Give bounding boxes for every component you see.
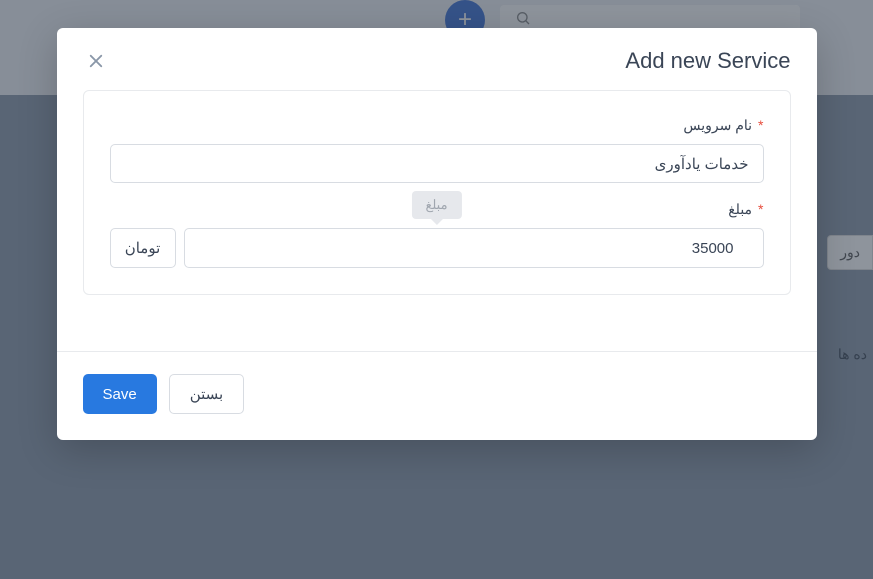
cancel-button[interactable]: بستن (169, 374, 245, 414)
price-row: تومان (110, 228, 764, 268)
modal-body: نام سرویس * مبلغ مبلغ * تومان (57, 90, 817, 321)
service-name-input[interactable] (110, 144, 764, 183)
price-tooltip: مبلغ (411, 191, 461, 219)
required-mark: * (758, 201, 763, 218)
modal-title: Add new Service (625, 48, 790, 74)
service-name-field: نام سرویس * (110, 117, 764, 183)
close-button[interactable] (83, 48, 109, 74)
label-text: نام سرویس (683, 117, 752, 134)
modal-header: Add new Service (57, 28, 817, 90)
form-card: نام سرویس * مبلغ مبلغ * تومان (83, 90, 791, 295)
add-service-modal: Add new Service نام سرویس * مبلغ مبلغ * … (57, 28, 817, 440)
label-text: مبلغ (728, 201, 752, 218)
required-mark: * (758, 117, 763, 134)
currency-label: تومان (110, 228, 176, 268)
modal-footer: Save بستن (57, 351, 817, 440)
save-button[interactable]: Save (83, 374, 157, 414)
price-input[interactable] (184, 228, 764, 268)
service-name-label: نام سرویس * (110, 117, 764, 134)
